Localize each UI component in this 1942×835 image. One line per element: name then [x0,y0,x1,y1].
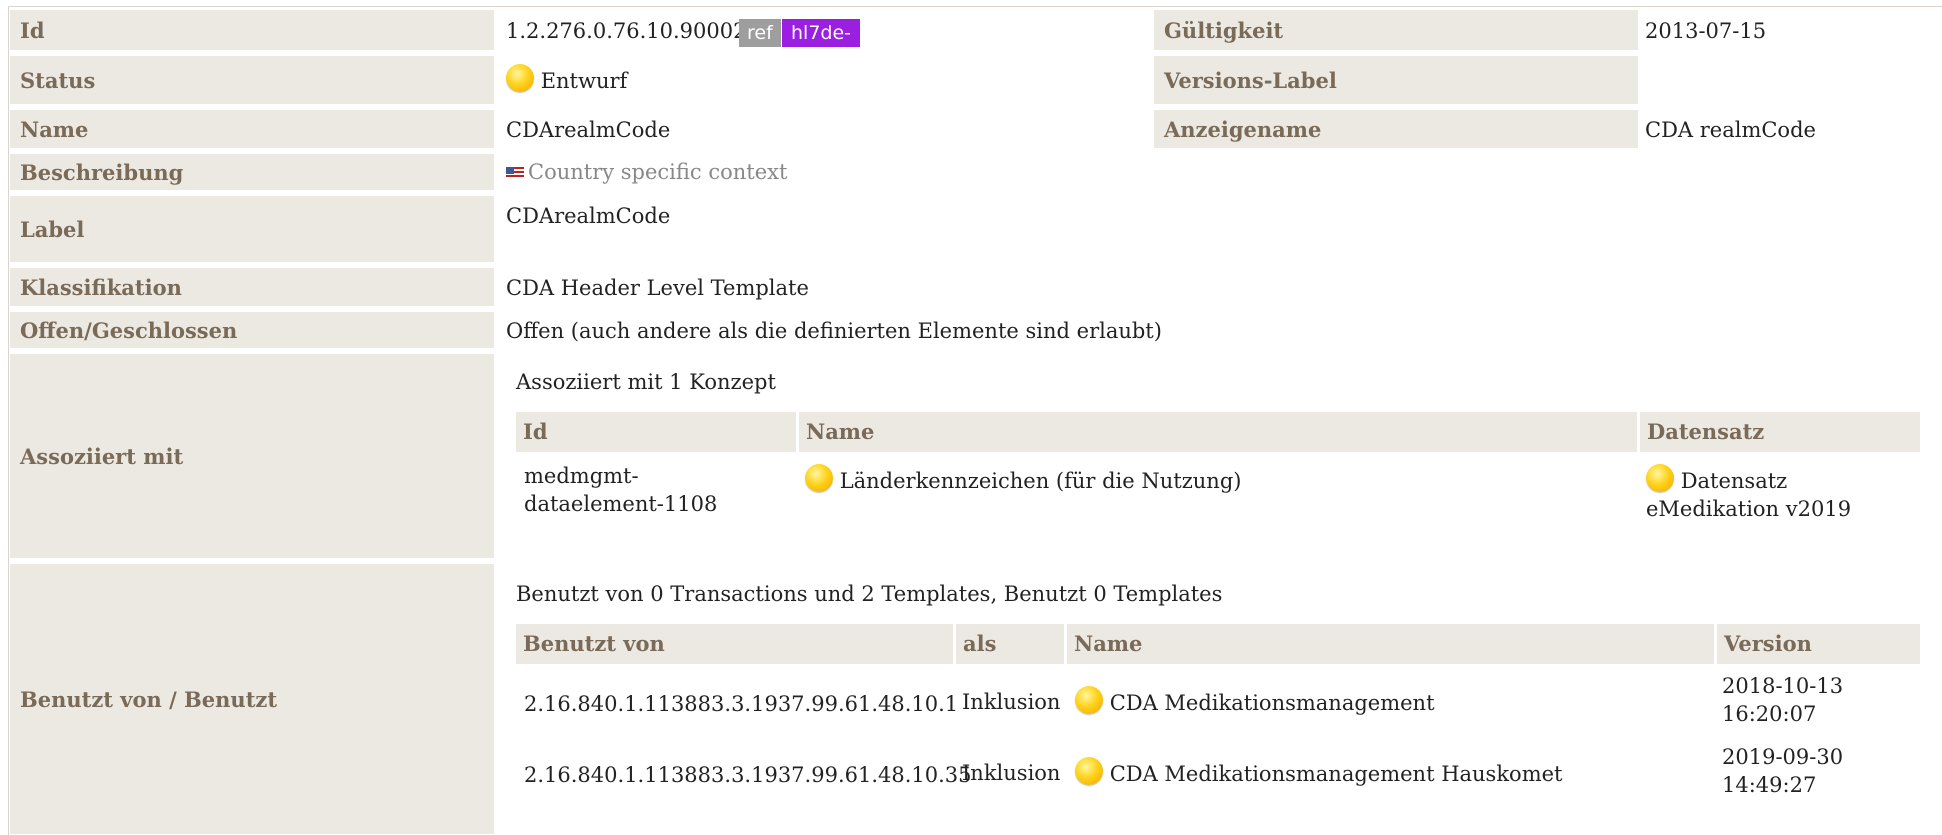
value-klassifikation: CDA Header Level Template [506,276,809,300]
assoc-row-id[interactable]: medmgmt- dataelement-1108 [524,462,717,518]
value-offen-geschlossen: Offen (auch andere als die definierten E… [506,319,1162,343]
concept-status-icon [805,464,833,492]
associated-summary: Assoziiert mit 1 Konzept [516,370,776,394]
assoc-id-line2: dataelement-1108 [524,492,718,516]
assoc-name-text: Länderkennzeichen (für die Nutzung) [839,469,1242,493]
usedby-row-1-als: Inklusion [962,690,1061,714]
assoc-row-datensatz[interactable]: Datensatz eMedikation v2019 [1646,464,1851,523]
usedby-row-2-version: 2019-09-30 14:49:27 [1722,743,1843,799]
assoc-id-line1: medmgmt- [524,464,639,488]
status-text: Entwurf [540,69,628,93]
label-gueltigkeit: Gültigkeit [1154,10,1638,50]
template-status-icon [1075,686,1103,714]
value-anzeigename: CDA realmCode [1645,118,1816,142]
assoc-header-id: Id [516,412,796,452]
label-name: Name [10,110,494,148]
label-status: Status [10,56,494,104]
assoc-header-datensatz: Datensatz [1640,412,1920,452]
used-by-summary: Benutzt von 0 Transactions und 2 Templat… [516,582,1223,606]
usedby-row-2-version-time: 14:49:27 [1722,773,1817,797]
assoc-header-name: Name [799,412,1637,452]
status-draft-icon [506,64,534,92]
usedby-header-version: Version [1717,624,1920,664]
label-beschreibung: Beschreibung [10,154,494,190]
usedby-row-2-oid[interactable]: 2.16.840.1.113883.3.1937.99.61.48.10.35 [524,761,972,789]
usedby-header-benutzt-von: Benutzt von [516,624,953,664]
value-label: CDArealmCode [506,204,671,228]
usedby-row-1-version-date: 2018-10-13 [1722,674,1844,698]
label-anzeigename: Anzeigename [1154,110,1638,148]
usedby-row-2-name[interactable]: CDA Medikationsmanagement Hauskomet [1075,757,1562,788]
usedby-header-name: Name [1067,624,1714,664]
value-id: 1.2.276.0.76.10.90002 [506,19,747,43]
usedby-row-1-oid[interactable]: 2.16.840.1.113883.3.1937.99.61.48.10.1 [524,690,958,718]
value-gueltigkeit: 2013-07-15 [1645,19,1767,43]
value-status: Entwurf [506,64,627,93]
usedby-row-2-version-date: 2019-09-30 [1722,745,1844,769]
template-status-icon [1075,757,1103,785]
usedby-row-1-name-text: CDA Medikationsmanagement [1109,691,1435,715]
label-klassifikation: Klassifikation [10,268,494,306]
value-name: CDArealmCode [506,118,671,142]
assoc-datensatz-line1: Datensatz [1680,469,1788,493]
dataset-status-icon [1646,464,1674,492]
label-versions-label: Versions-Label [1154,56,1638,104]
beschreibung-text: Country specific context [528,160,788,184]
label-benutzt-von: Benutzt von / Benutzt [10,564,494,834]
tag-hl7de[interactable]: hl7de- [782,19,861,47]
assoc-datensatz-line2: eMedikation v2019 [1646,497,1852,521]
tag-ref[interactable]: ref [739,19,781,47]
label-assoziiert-mit: Assoziiert mit [10,354,494,558]
label-label: Label [10,196,494,262]
usedby-row-2-name-text: CDA Medikationsmanagement Hauskomet [1109,762,1563,786]
assoc-row-name[interactable]: Länderkennzeichen (für die Nutzung) [805,464,1241,495]
usedby-header-als: als [956,624,1064,664]
label-offen-geschlossen: Offen/Geschlossen [10,312,494,348]
label-id: Id [10,10,494,50]
usedby-row-2-als: Inklusion [962,761,1061,785]
usedby-row-1-version: 2018-10-13 16:20:07 [1722,672,1843,728]
usedby-row-1-version-time: 16:20:07 [1722,702,1817,726]
value-beschreibung: Country specific context [506,160,787,184]
us-flag-icon [506,167,524,179]
usedby-row-1-name[interactable]: CDA Medikationsmanagement [1075,686,1435,717]
